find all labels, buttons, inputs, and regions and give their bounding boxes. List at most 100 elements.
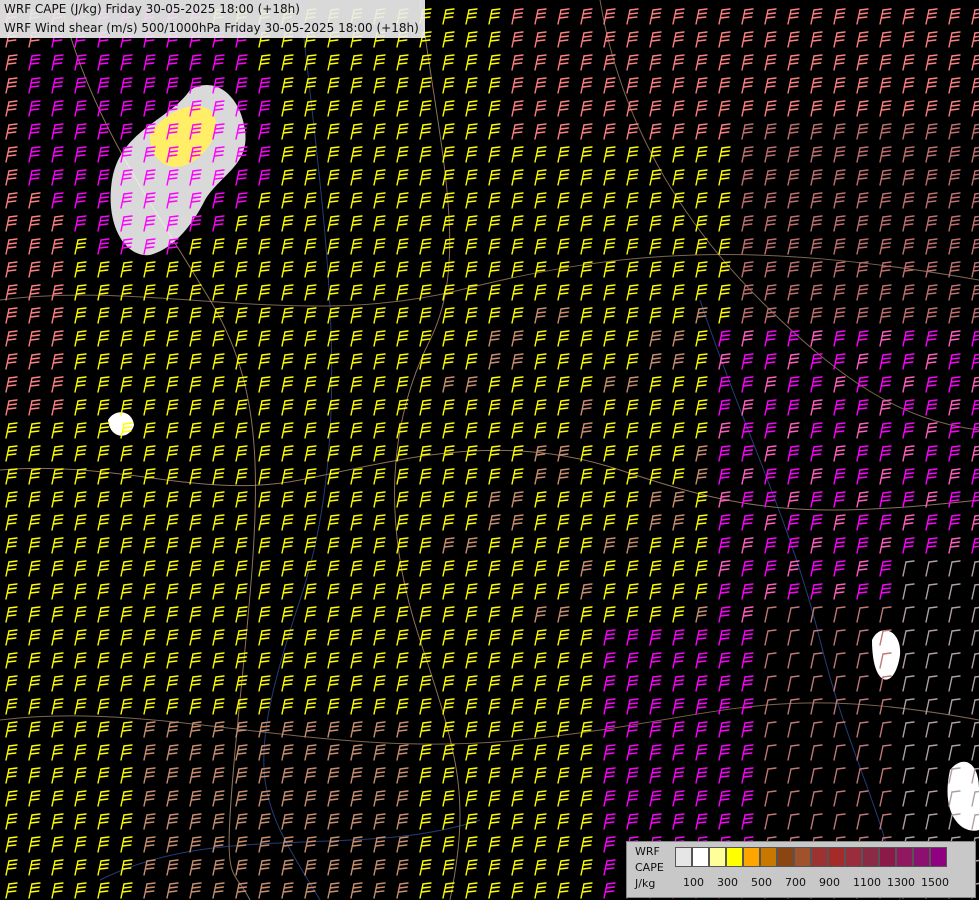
wind-barb — [51, 721, 64, 738]
wind-barb — [787, 491, 800, 508]
wind-barb — [971, 491, 979, 508]
wind-barb — [925, 77, 938, 94]
wind-barb — [465, 238, 478, 255]
wind-barb — [948, 445, 961, 462]
wind-barb — [649, 54, 662, 71]
wind-barb — [626, 698, 639, 715]
wind-barb — [603, 146, 616, 163]
wind-barb — [350, 376, 363, 393]
wind-barb — [465, 744, 478, 761]
wind-barb — [672, 744, 685, 761]
wind-barb — [626, 629, 639, 646]
wind-barb — [396, 77, 409, 94]
wind-barb — [281, 767, 294, 784]
wind-barb — [350, 307, 363, 324]
wind-barb — [396, 491, 409, 508]
wind-barb — [695, 146, 708, 163]
wind-barb — [442, 813, 455, 830]
wind-barb — [718, 813, 731, 830]
wind-barb — [534, 8, 547, 25]
wind-barb — [51, 123, 64, 140]
wind-barb — [741, 744, 754, 761]
wind-barb — [557, 583, 570, 600]
wind-barb — [787, 813, 800, 830]
wind-barb — [5, 261, 18, 278]
wind-barb — [603, 790, 616, 807]
wind-barb — [74, 353, 87, 370]
wind-barb — [695, 514, 708, 531]
wind-barb — [189, 422, 202, 439]
wind-barb — [212, 399, 225, 416]
wind-barb — [580, 468, 593, 485]
wind-barb — [534, 836, 547, 853]
wind-barb — [327, 652, 340, 669]
wind-barb — [741, 721, 754, 738]
wind-barb — [74, 790, 87, 807]
wind-barb — [511, 744, 524, 761]
wind-barb — [350, 583, 363, 600]
wind-barb — [856, 146, 869, 163]
wind-barb — [373, 169, 386, 186]
wind-barb — [166, 468, 179, 485]
wind-barb — [258, 468, 271, 485]
wind-barb — [51, 330, 64, 347]
wind-barb — [442, 54, 455, 71]
wind-barb — [442, 859, 455, 876]
wind-barb — [879, 123, 892, 140]
wind-barb — [189, 399, 202, 416]
wind-barb — [235, 261, 248, 278]
wind-barb — [511, 468, 524, 485]
wind-barb — [741, 54, 754, 71]
wind-barb — [764, 813, 777, 830]
wind-barb — [925, 146, 938, 163]
wind-barb — [718, 606, 731, 623]
wind-barb — [120, 537, 133, 554]
wind-barb — [925, 8, 938, 25]
wind-barb — [672, 238, 685, 255]
wind-barb — [971, 261, 979, 278]
wind-barb — [327, 123, 340, 140]
wind-barb — [649, 307, 662, 324]
wind-barb — [350, 698, 363, 715]
wind-barb — [672, 146, 685, 163]
wind-barb — [580, 767, 593, 784]
wind-barb — [856, 353, 869, 370]
wind-barb — [925, 261, 938, 278]
wind-barb — [74, 675, 87, 692]
wrf-map: WRF CAPE (J/kg) Friday 30-05-2025 18:00 … — [0, 0, 979, 900]
legend-color-box — [709, 847, 726, 867]
wind-barb — [902, 8, 915, 25]
wind-barb — [442, 767, 455, 784]
wind-barb — [718, 123, 731, 140]
wind-barb — [5, 238, 18, 255]
wind-barb — [488, 629, 501, 646]
wind-barb — [902, 675, 915, 692]
wind-barb — [718, 422, 731, 439]
wind-barb — [511, 583, 524, 600]
wind-barb — [143, 767, 156, 784]
wind-barb — [511, 537, 524, 554]
wind-barb — [396, 675, 409, 692]
wind-barb — [787, 675, 800, 692]
wind-barb — [350, 652, 363, 669]
wind-barb — [488, 169, 501, 186]
wind-barb — [534, 514, 547, 531]
wind-barb — [833, 261, 846, 278]
wind-barb — [695, 8, 708, 25]
wind-barb — [327, 721, 340, 738]
legend-color-box — [862, 847, 879, 867]
wind-barb — [695, 100, 708, 117]
wind-barb — [465, 882, 478, 899]
wind-barb — [442, 583, 455, 600]
wind-barb — [557, 77, 570, 94]
wind-barb — [580, 698, 593, 715]
wind-barb — [74, 859, 87, 876]
wind-barb — [235, 468, 248, 485]
wind-barb — [281, 675, 294, 692]
wind-barb — [373, 583, 386, 600]
wind-barb — [304, 330, 317, 347]
wind-barb — [534, 353, 547, 370]
wind-barb — [28, 77, 41, 94]
wind-barb — [74, 100, 87, 117]
wind-barb — [189, 744, 202, 761]
